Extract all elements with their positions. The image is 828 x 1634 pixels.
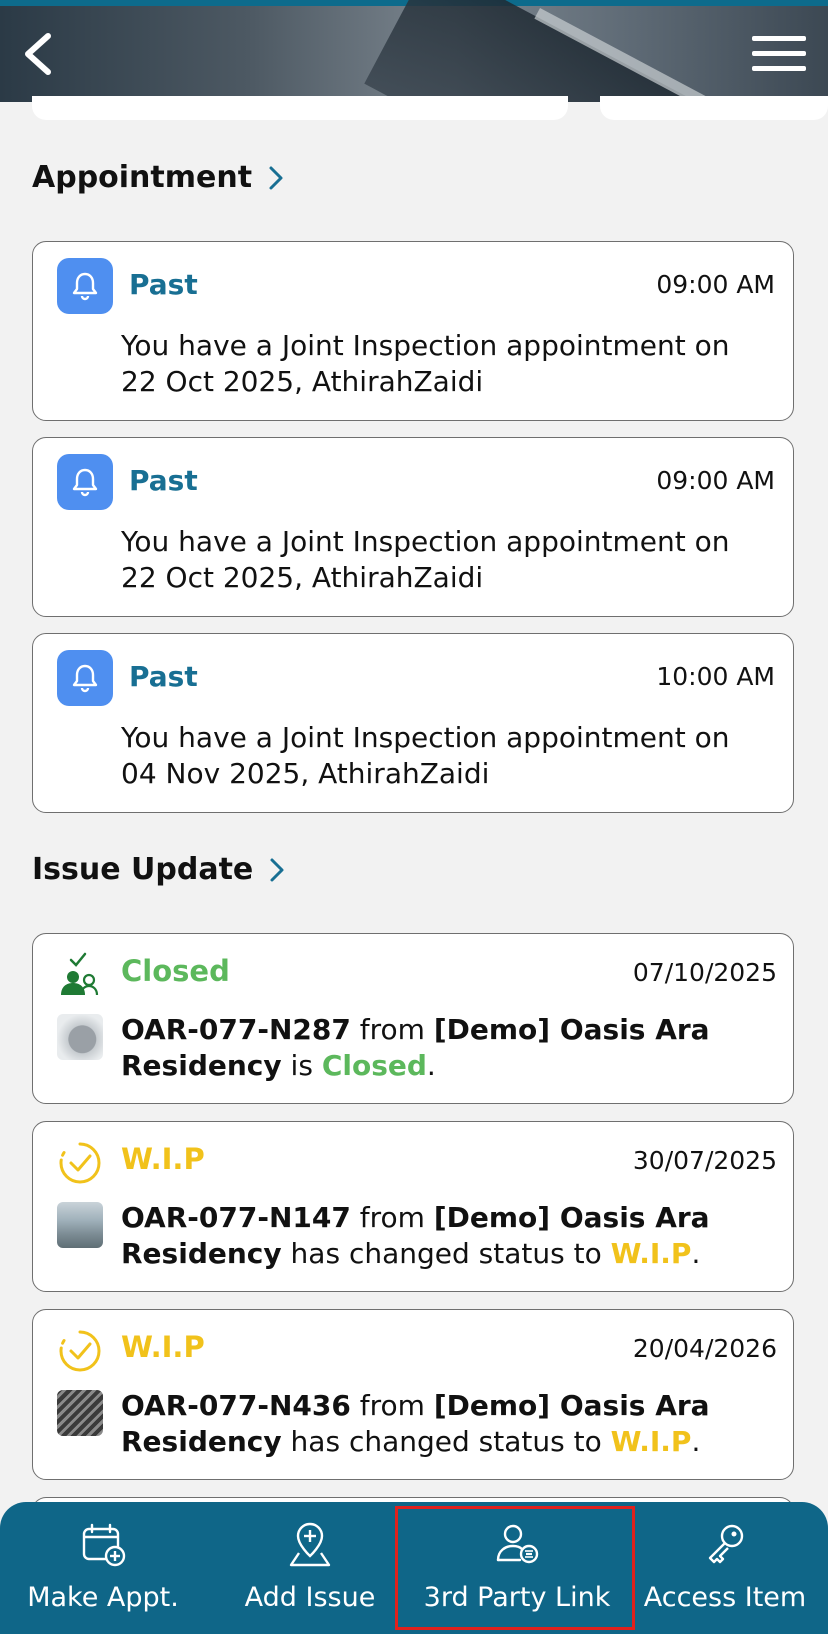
issue-description: OAR-077-N147 from [Demo] Oasis Ara Resid… — [121, 1201, 710, 1270]
location-add-icon — [289, 1522, 331, 1567]
users-check-icon — [61, 952, 99, 996]
appointment-description: You have a Joint Inspection appointment … — [121, 721, 730, 790]
header-banner — [0, 0, 828, 102]
issue-status: W.I.P — [121, 1142, 205, 1176]
issue-card[interactable]: Closed 07/10/2025 OAR-077-N287 from [Dem… — [32, 933, 794, 1104]
chevron-right-icon — [269, 166, 283, 189]
appointment-status: Past — [129, 660, 198, 693]
nav-make-appt[interactable]: Make Appt. — [8, 1502, 198, 1634]
appointment-time: 10:00 AM — [656, 662, 775, 691]
summary-card-stub — [600, 96, 828, 120]
nav-access-item[interactable]: Access Item — [630, 1502, 820, 1634]
clock-check-icon — [59, 1330, 101, 1372]
issue-thumbnail — [57, 1202, 103, 1248]
menu-button[interactable] — [752, 36, 806, 72]
issue-update-section-title[interactable]: Issue Update — [32, 852, 285, 887]
back-button[interactable] — [18, 28, 66, 80]
appointment-card[interactable]: Past 10:00 AM You have a Joint Inspectio… — [32, 633, 794, 813]
issue-date: 20/04/2026 — [632, 1334, 777, 1363]
issue-date: 30/07/2025 — [632, 1146, 777, 1175]
issue-status: W.I.P — [121, 1330, 205, 1364]
issue-description: OAR-077-N287 from [Demo] Oasis Ara Resid… — [121, 1013, 710, 1082]
key-icon — [708, 1524, 744, 1564]
appointment-description: You have a Joint Inspection appointment … — [121, 329, 730, 398]
issue-thumbnail — [57, 1014, 103, 1060]
chevron-right-icon — [270, 858, 284, 881]
appointment-card[interactable]: Past 09:00 AM You have a Joint Inspectio… — [32, 437, 794, 617]
appointment-description: You have a Joint Inspection appointment … — [121, 525, 730, 594]
appointment-time: 09:00 AM — [656, 466, 775, 495]
appointment-time: 09:00 AM — [656, 270, 775, 299]
chevron-left-icon — [25, 33, 51, 75]
issue-date: 07/10/2025 — [632, 958, 777, 987]
selection-highlight — [395, 1506, 635, 1630]
appointment-card[interactable]: Past 09:00 AM You have a Joint Inspectio… — [32, 241, 794, 421]
clock-check-icon — [59, 1142, 101, 1184]
summary-card-stub — [32, 96, 568, 120]
appointment-status: Past — [129, 268, 198, 301]
bell-icon — [57, 454, 113, 510]
hamburger-menu-icon — [752, 36, 806, 41]
issue-card[interactable]: W.I.P 30/07/2025 OAR-077-N147 from [Demo… — [32, 1121, 794, 1292]
issue-card[interactable]: W.I.P 20/04/2026 OAR-077-N436 from [Demo… — [32, 1309, 794, 1480]
appointment-section-title[interactable]: Appointment — [32, 160, 284, 195]
appointment-status: Past — [129, 464, 198, 497]
bell-icon — [57, 258, 113, 314]
bell-icon — [57, 650, 113, 706]
nav-add-issue[interactable]: Add Issue — [215, 1502, 405, 1634]
calendar-add-icon — [82, 1523, 126, 1567]
issue-description: OAR-077-N436 from [Demo] Oasis Ara Resid… — [121, 1389, 710, 1458]
issue-thumbnail — [57, 1390, 103, 1436]
issue-status: Closed — [121, 954, 230, 988]
